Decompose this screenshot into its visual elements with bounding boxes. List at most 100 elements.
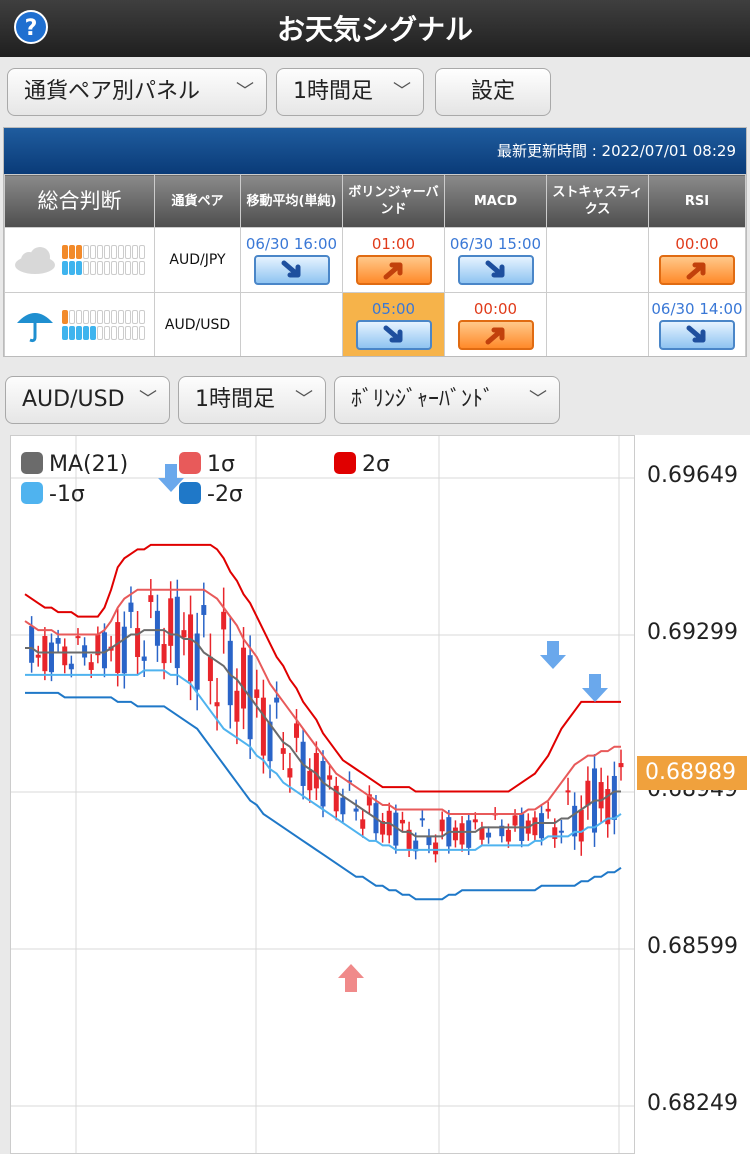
meter-segment — [75, 326, 82, 340]
bb-signal-cell[interactable]: 01:00 — [342, 227, 445, 293]
candle-body — [512, 815, 518, 826]
meter-segment — [103, 261, 110, 275]
candle-body — [154, 610, 160, 646]
signal-row[interactable]: AUD/JPY 06/30 16:00 01:00 06/30 15:00 00… — [4, 227, 746, 293]
candle-body — [545, 808, 551, 812]
current-price-label: 0.68989 — [637, 756, 747, 790]
meter-segment — [75, 261, 82, 275]
meter-segment — [68, 310, 75, 324]
candle-body — [168, 598, 174, 646]
candle-body — [611, 775, 617, 820]
candle-body — [426, 836, 432, 846]
candle-body — [121, 626, 127, 674]
chevron-down-icon: ﹀ — [393, 81, 411, 102]
candle-body — [505, 829, 511, 842]
meter-segment — [75, 310, 82, 324]
candle-body — [68, 663, 74, 670]
signal-row[interactable]: AUD/USD 05:00 00:00 06/30 14:00 — [4, 292, 746, 356]
timeframe-select-value: 1時間足 — [293, 79, 373, 104]
macd-signal-cell[interactable]: 06/30 15:00 — [444, 227, 547, 293]
legend-label: MA(21) — [49, 452, 129, 477]
chevron-down-icon: ﹀ — [529, 389, 547, 410]
update-time: 最新更新時間 : 2022/07/01 08:29 — [4, 128, 746, 174]
chart-indicator-select[interactable]: ﾎﾞﾘﾝｼﾞｬｰﾊﾞﾝﾄﾞ ﹀ — [334, 376, 560, 424]
down-arrow-icon — [457, 255, 534, 285]
candle-body — [532, 817, 538, 836]
candle-body — [42, 636, 48, 672]
panel-select[interactable]: 通貨ペア別パネル ﹀ — [7, 68, 267, 116]
candle-body — [459, 823, 465, 845]
meter-segment — [68, 261, 75, 275]
candle-body — [539, 813, 545, 839]
macd-signal-cell[interactable]: 00:00 — [444, 292, 547, 356]
bb-signal-time: 01:00 — [371, 235, 416, 253]
y-tick-label: 0.68599 — [647, 934, 738, 959]
candle-body — [353, 808, 359, 812]
up-arrow-icon — [457, 320, 534, 350]
candle-body — [174, 596, 180, 669]
chevron-down-icon: ﹀ — [139, 389, 157, 410]
signal-meter — [61, 243, 146, 277]
pair-cell: AUD/JPY — [154, 227, 241, 293]
chart-area[interactable]: MA(21) 1σ 2σ -1σ -2σ — [10, 435, 635, 1154]
legend-swatch — [179, 452, 201, 474]
y-tick-label: 0.68249 — [647, 1091, 738, 1116]
ma-signal-cell[interactable]: 06/30 16:00 — [240, 227, 343, 293]
candle-body — [234, 690, 240, 722]
header-stoch: ストキャスティクス — [546, 174, 649, 228]
candle-body — [466, 820, 472, 848]
meter-segment — [103, 310, 110, 324]
header-rsi: RSI — [648, 174, 746, 228]
meter-segment — [131, 326, 138, 340]
candle-body — [148, 595, 154, 602]
chart-timeframe-select[interactable]: 1時間足 ﹀ — [178, 376, 326, 424]
meter-segment — [124, 261, 131, 275]
candle-body — [254, 689, 260, 698]
candle-body — [35, 654, 41, 658]
meter-segment — [75, 245, 82, 259]
meter-segment — [110, 261, 117, 275]
down-arrow-icon — [355, 320, 432, 350]
rsi-signal-cell[interactable]: 00:00 — [648, 227, 746, 293]
candle-body — [399, 819, 405, 824]
legend-ma: MA(21) — [21, 452, 128, 477]
candle-body — [360, 819, 366, 829]
meter-segment — [131, 261, 138, 275]
candle-body — [29, 625, 35, 663]
meter-segment — [68, 245, 75, 259]
candle-body — [340, 797, 346, 815]
meter-segment — [138, 326, 145, 340]
sell-signal-arrow-icon — [540, 641, 566, 669]
candle-body — [241, 647, 247, 709]
legend-minus2sigma: -2σ — [179, 482, 243, 507]
meter-segment — [61, 261, 68, 275]
meter-segment — [68, 326, 75, 340]
candle-body — [618, 763, 624, 768]
header-pair: 通貨ペア — [154, 174, 241, 228]
candle-body — [327, 775, 333, 780]
candle-body — [181, 630, 187, 638]
candle-body — [207, 656, 213, 682]
timeframe-select[interactable]: 1時間足 ﹀ — [276, 68, 424, 116]
candle-body — [274, 697, 280, 703]
rsi-signal-time: 00:00 — [675, 235, 719, 253]
candle-body — [141, 656, 147, 661]
sell-signal-arrow-icon — [582, 674, 608, 702]
meter-segment — [82, 245, 89, 259]
legend-1sigma: 1σ — [179, 452, 235, 477]
legend-swatch — [334, 452, 356, 474]
rsi-signal-time: 06/30 14:00 — [651, 300, 743, 318]
overall-cell — [4, 292, 155, 356]
meter-segment — [110, 310, 117, 324]
meter-segment — [124, 326, 131, 340]
candle-body — [585, 780, 591, 806]
umbrella-icon — [17, 313, 54, 343]
bb-signal-cell[interactable]: 05:00 — [342, 292, 445, 356]
chart-pair-select[interactable]: AUD/USD ﹀ — [5, 376, 170, 424]
legend-label: -2σ — [207, 482, 243, 507]
settings-button[interactable]: 設定 — [435, 68, 551, 116]
candle-body — [486, 832, 492, 838]
chevron-down-icon: ﹀ — [295, 389, 313, 410]
rsi-signal-cell[interactable]: 06/30 14:00 — [648, 292, 746, 356]
candle-body — [313, 753, 319, 789]
